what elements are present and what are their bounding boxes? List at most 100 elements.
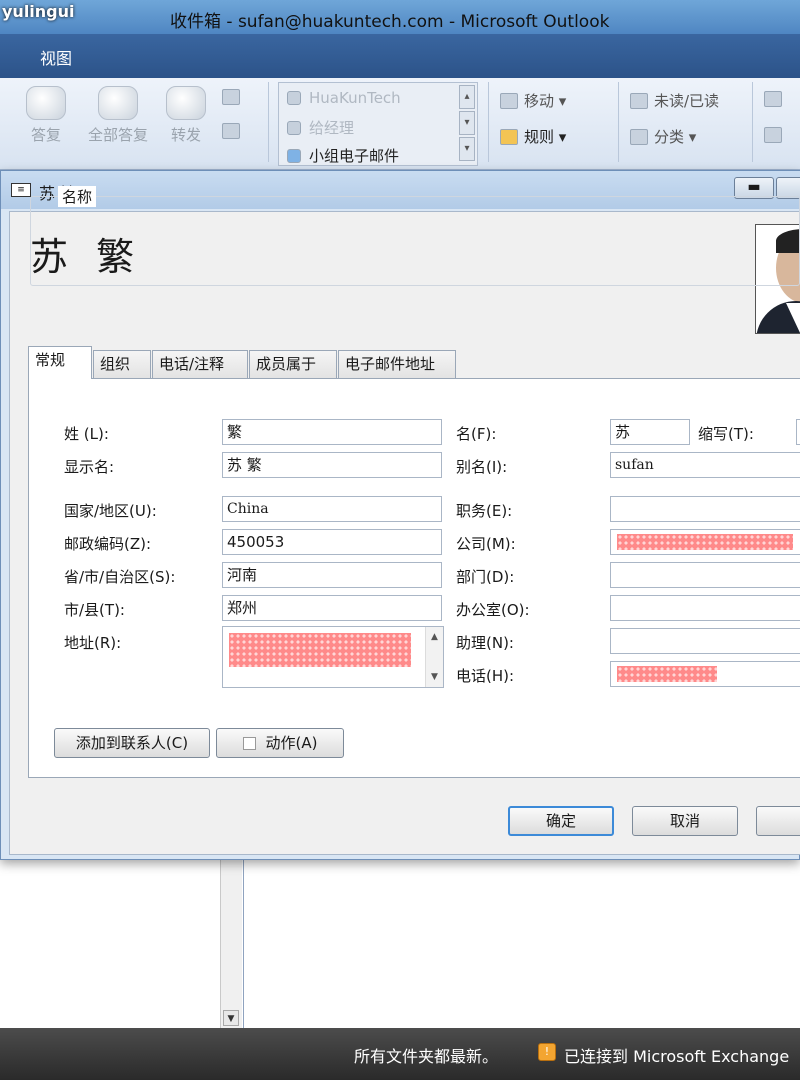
actions-label: 动作(A) [265, 734, 318, 752]
menu-view[interactable]: 视图 [40, 45, 72, 69]
unread-read-button[interactable]: 未读/已读 [630, 90, 719, 111]
ribbon-separator [268, 82, 269, 162]
last-name-field[interactable]: 繁 [222, 419, 442, 445]
reply-button[interactable]: 答复 [22, 86, 70, 145]
menubar: 视图 [0, 34, 800, 78]
tab-general[interactable]: 常规 [28, 346, 92, 379]
forward-button[interactable]: 转发 [162, 86, 210, 145]
forward-label: 转发 [170, 126, 201, 144]
name-group-legend: 名称 [58, 186, 97, 207]
find-button[interactable] [764, 90, 788, 108]
redaction-mark [617, 666, 717, 682]
department-field[interactable] [610, 562, 800, 588]
ribbon-separator [618, 82, 619, 162]
province-label: 省/市/自治区(S): [64, 568, 176, 586]
country-label: 国家/地区(U): [64, 502, 157, 520]
move-label: 移动 [524, 92, 555, 110]
quick-steps-scroll[interactable]: ▴ ▾ ▾ [459, 85, 475, 163]
find-icon [764, 91, 782, 107]
more-icon [222, 123, 240, 139]
job-title-label: 职务(E): [456, 502, 513, 520]
job-title-field[interactable] [610, 496, 800, 522]
quick-step-label: HuaKunTech [309, 89, 401, 107]
unread-read-label: 未读/已读 [654, 92, 720, 110]
meeting-button[interactable] [222, 88, 246, 106]
first-name-field[interactable]: 苏 [610, 419, 690, 445]
move-icon [500, 93, 518, 109]
reply-label: 答复 [30, 126, 61, 144]
initials-field[interactable] [796, 419, 800, 445]
move-button[interactable]: 移动 ▾ [500, 90, 566, 111]
postal-code-field[interactable]: 450053 [222, 529, 442, 555]
company-field[interactable] [610, 529, 800, 555]
scroll-down-icon: ▾ [459, 111, 475, 135]
status-bar: 所有文件夹都最新。 ! 已连接到 Microsoft Exchange [0, 1028, 800, 1080]
address-book-button[interactable] [764, 126, 788, 144]
actions-button[interactable]: 动作(A) [216, 728, 344, 758]
quick-step-icon [287, 149, 301, 163]
quick-step-icon [287, 121, 301, 135]
city-field[interactable]: 郑州 [222, 595, 442, 621]
categorize-label: 分类 [654, 128, 685, 146]
phone-field[interactable] [610, 661, 800, 687]
ribbon-separator [752, 82, 753, 162]
postal-code-label: 邮政编码(Z): [64, 535, 152, 553]
exchange-icon: ! [538, 1043, 556, 1061]
categorize-button[interactable]: 分类 ▾ [630, 126, 696, 147]
country-field[interactable]: China [222, 496, 442, 522]
reply-all-button[interactable]: 全部答复 [80, 86, 156, 145]
rules-button[interactable]: 规则 ▾ [500, 126, 566, 147]
expand-icon: ▾ [459, 137, 475, 161]
reply-icon [26, 86, 66, 120]
more-respond-button[interactable] [222, 122, 246, 140]
quick-step-item[interactable]: 小组电子邮件 [287, 145, 399, 166]
address-field[interactable]: ▲ ▼ [222, 626, 444, 688]
folder-pane-scrollbar[interactable]: ▼ [220, 860, 242, 1028]
reply-all-label: 全部答复 [87, 126, 148, 144]
first-name-label: 名(F): [456, 425, 497, 443]
phone-label: 电话(H): [456, 667, 515, 685]
status-connection: 已连接到 Microsoft Exchange [564, 1047, 790, 1066]
quick-steps-gallery: HuaKunTech 给经理 小组电子邮件 ▴ ▾ ▾ [278, 82, 478, 166]
rules-label: 规则 [524, 128, 555, 146]
actions-icon [242, 737, 256, 750]
scroll-down-icon: ▼ [431, 672, 438, 682]
add-to-contacts-button[interactable]: 添加到联系人(C) [54, 728, 210, 758]
rules-icon [500, 129, 518, 145]
quick-step-icon [287, 91, 301, 105]
last-name-label: 姓 (L): [64, 425, 109, 443]
tab-member-of[interactable]: 成员属于 [249, 350, 337, 378]
company-label: 公司(M): [456, 535, 516, 553]
alias-field[interactable]: sufan [610, 452, 800, 478]
scroll-up-icon: ▲ [431, 632, 438, 642]
assistant-field[interactable] [610, 628, 800, 654]
tab-email-addresses[interactable]: 电子邮件地址 [338, 350, 456, 378]
tab-phone-notes[interactable]: 电话/注释 [152, 350, 248, 378]
redaction-mark [617, 534, 793, 550]
alias-label: 别名(I): [456, 458, 508, 476]
window-title: 收件箱 - sufan@huakuntech.com - Microsoft O… [170, 12, 610, 32]
office-label: 办公室(O): [456, 601, 530, 619]
ok-button[interactable]: 确定 [508, 806, 614, 836]
office-field[interactable] [610, 595, 800, 621]
assistant-label: 助理(N): [456, 634, 514, 652]
display-name-field[interactable]: 苏 繁 [222, 452, 442, 478]
address-scrollbar[interactable]: ▲ ▼ [425, 627, 443, 687]
address-book-icon [764, 127, 782, 143]
tab-organization[interactable]: 组织 [93, 350, 151, 378]
cancel-button[interactable]: 取消 [632, 806, 738, 836]
watermark: yulingui [2, 2, 75, 21]
quick-step-item[interactable]: HuaKunTech [287, 89, 401, 107]
outlook-titlebar: yulingui 收件箱 - sufan@huakuntech.com - Mi… [0, 0, 800, 34]
province-field[interactable]: 河南 [222, 562, 442, 588]
apply-button[interactable] [756, 806, 800, 836]
folder-pane [0, 860, 244, 1028]
initials-label: 缩写(T): [698, 425, 754, 443]
address-label: 地址(R): [64, 634, 122, 652]
quick-step-item[interactable]: 给经理 [287, 117, 354, 138]
reply-all-icon [98, 86, 138, 120]
department-label: 部门(D): [456, 568, 515, 586]
meeting-icon [222, 89, 240, 105]
city-label: 市/县(T): [64, 601, 125, 619]
scroll-up-icon: ▴ [459, 85, 475, 109]
